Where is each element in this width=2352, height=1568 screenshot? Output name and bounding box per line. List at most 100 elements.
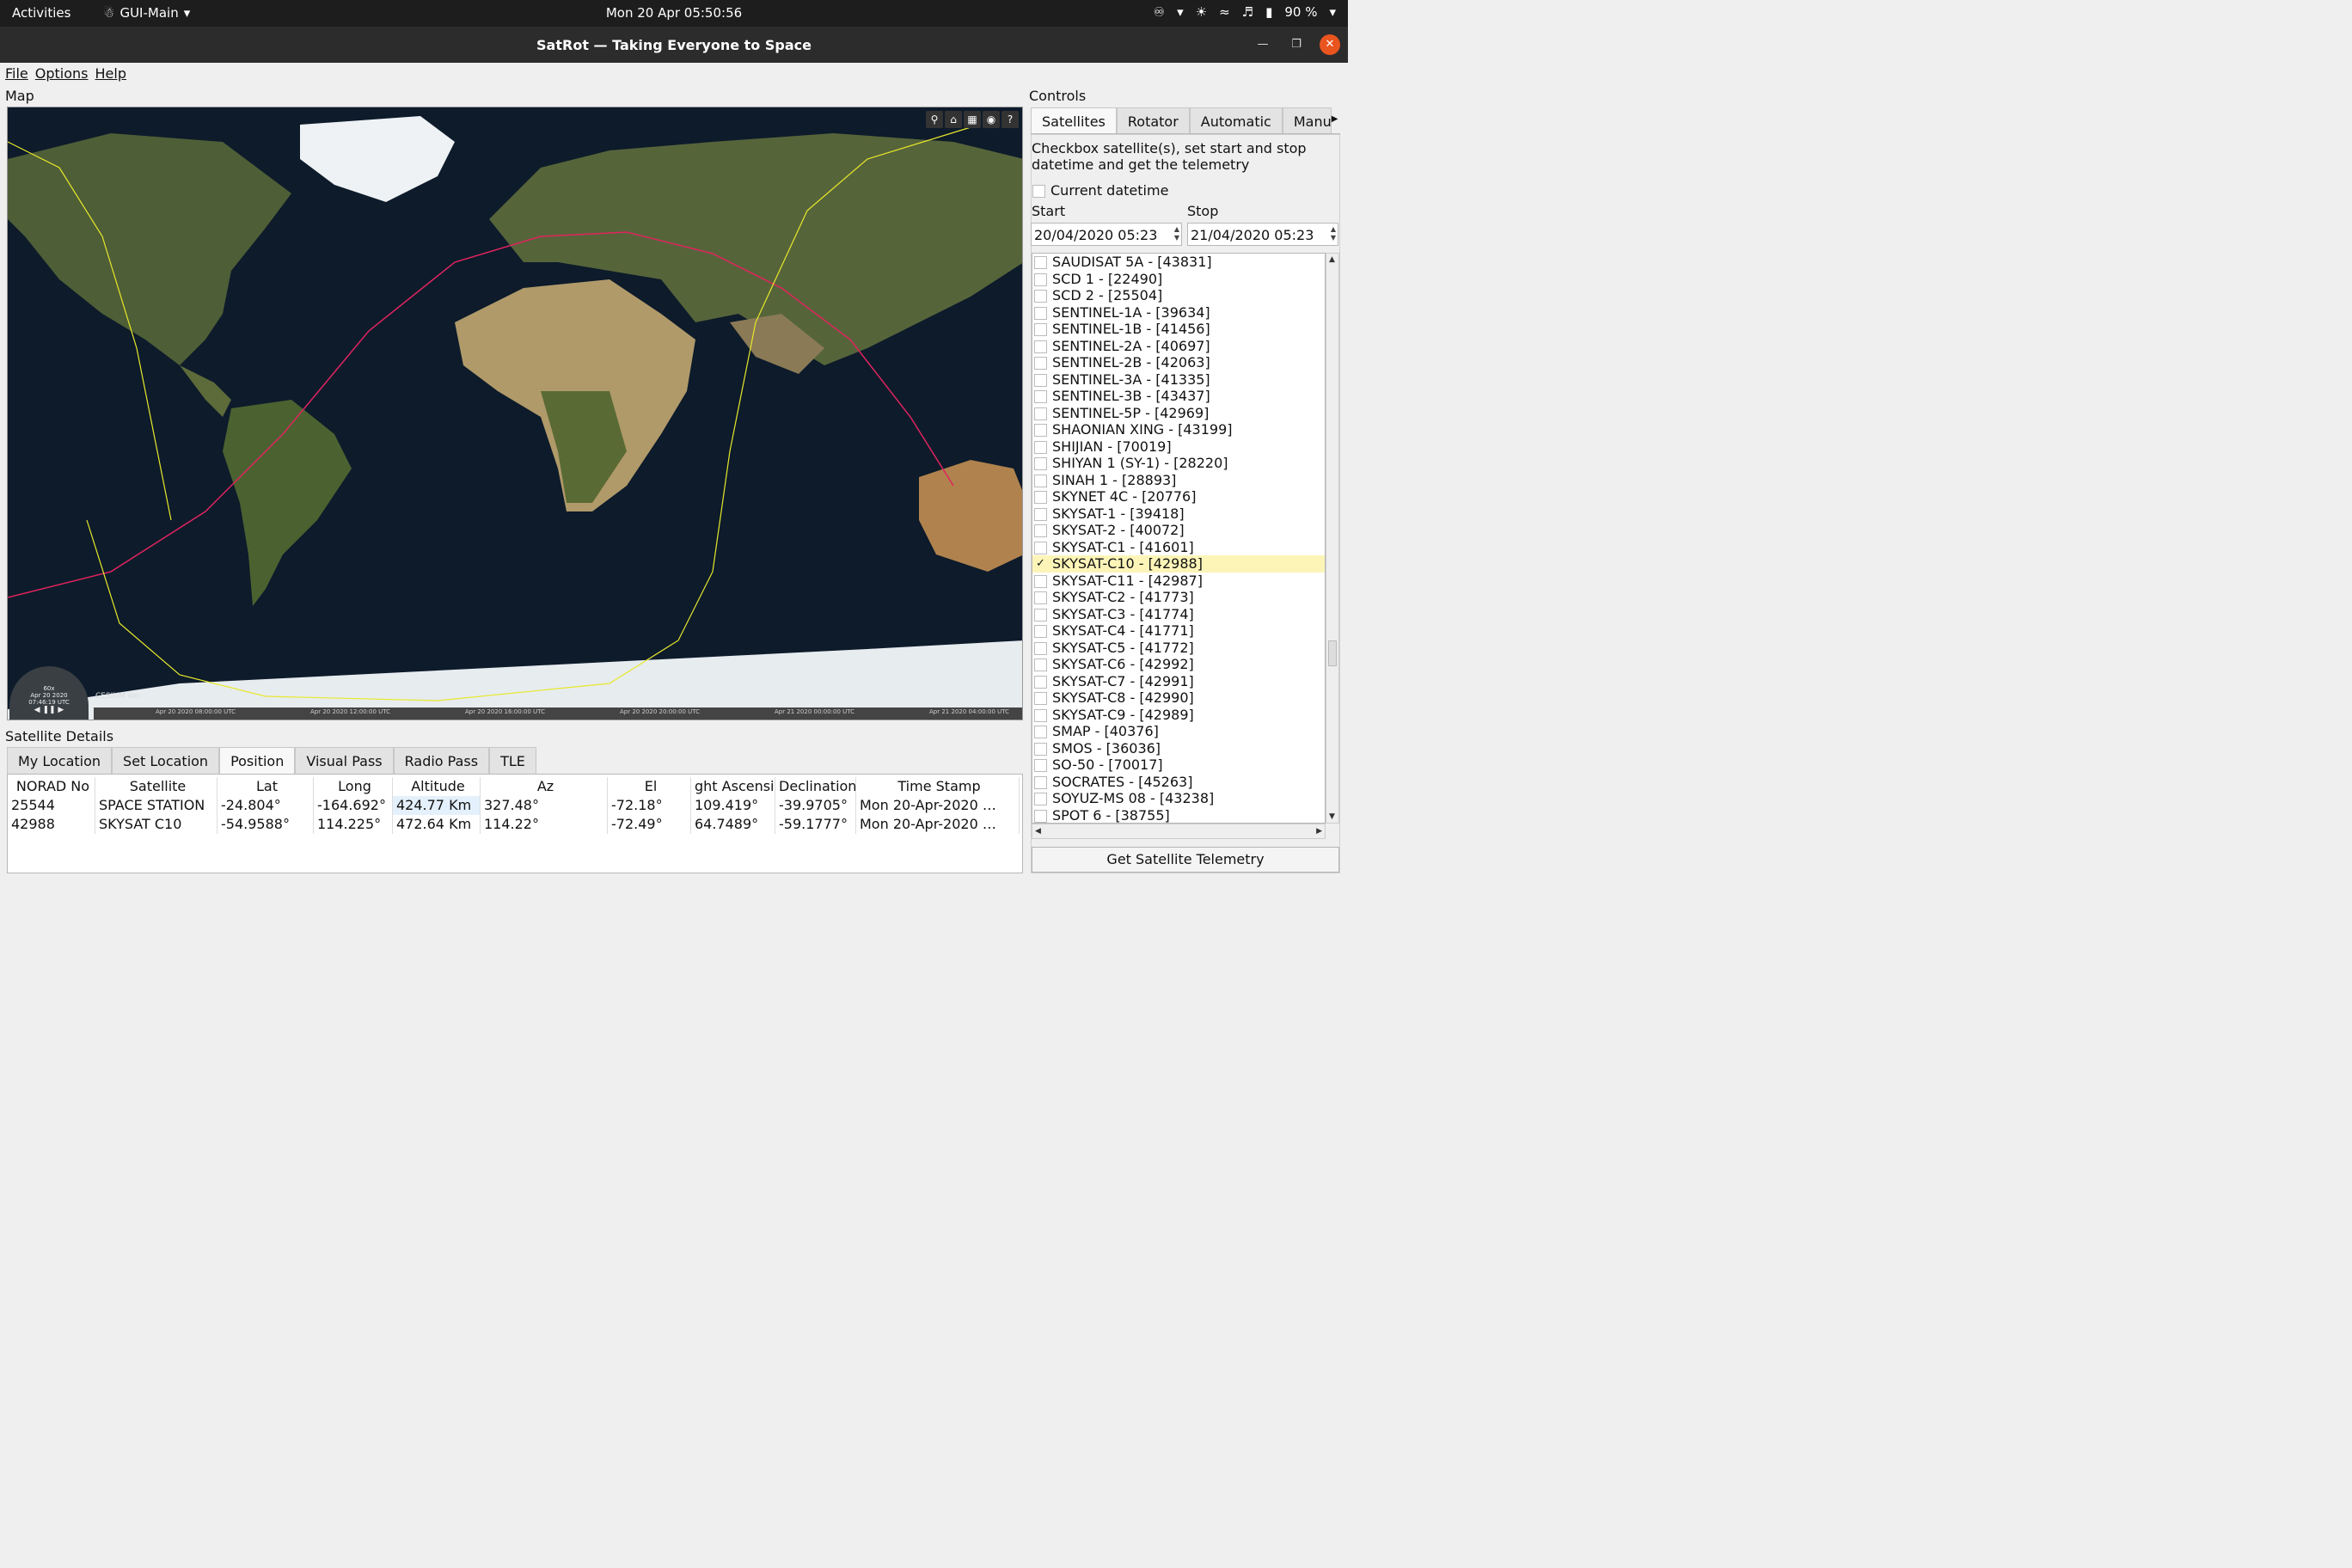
satellite-list-item[interactable]: SKYNET 4C - [20776]: [1032, 488, 1325, 505]
satellite-checkbox[interactable]: [1034, 507, 1047, 521]
satellite-checkbox[interactable]: [1034, 775, 1047, 789]
column-header[interactable]: Declination: [775, 777, 856, 796]
satellite-list-item[interactable]: SENTINEL-2B - [42063]: [1032, 354, 1325, 371]
spin-arrows-icon[interactable]: ▲ ▼: [1331, 225, 1336, 242]
satellite-checkbox[interactable]: [1034, 574, 1047, 588]
scroll-left-icon[interactable]: ◀: [1035, 827, 1041, 836]
tab-visual-pass[interactable]: Visual Pass: [295, 747, 394, 775]
satellite-checkbox[interactable]: [1034, 373, 1047, 387]
get-telemetry-button[interactable]: Get Satellite Telemetry: [1032, 847, 1339, 873]
satellite-checkbox[interactable]: [1034, 340, 1047, 353]
satellite-checkbox[interactable]: [1034, 692, 1047, 705]
scroll-up-icon[interactable]: ▲: [1329, 255, 1335, 264]
table-row[interactable]: 42988 SKYSAT C10 -54.9588° 114.225° 472.64 K…: [8, 815, 1020, 834]
search-icon[interactable]: ⚲: [926, 111, 943, 128]
satellite-checkbox[interactable]: [1034, 658, 1047, 671]
checkbox-icon[interactable]: [1032, 185, 1045, 198]
satellite-checkbox[interactable]: [1034, 357, 1047, 370]
satellite-list-item[interactable]: SINAH 1 - [28893]: [1032, 472, 1325, 489]
satellite-checkbox[interactable]: [1034, 491, 1047, 504]
satellite-checkbox[interactable]: [1034, 759, 1047, 772]
minimize-button[interactable]: —: [1253, 34, 1273, 55]
spin-arrows-icon[interactable]: ▲ ▼: [1174, 225, 1179, 242]
column-header[interactable]: Long: [314, 777, 393, 796]
satellite-checkbox[interactable]: [1034, 608, 1047, 622]
satellite-checkbox[interactable]: [1034, 290, 1047, 303]
satellite-list-item[interactable]: SKYSAT-C1 - [41601]: [1032, 539, 1325, 556]
satellite-list-item[interactable]: SKYSAT-C8 - [42990]: [1032, 689, 1325, 707]
chevron-down-icon[interactable]: ▾: [1177, 4, 1184, 20]
satellite-list-item[interactable]: SKYSAT-C6 - [42992]: [1032, 656, 1325, 673]
restore-button[interactable]: ❐: [1286, 34, 1307, 55]
play-controls[interactable]: ◀ ❚❚ ▶: [9, 706, 89, 714]
chevron-down-icon[interactable]: ▾: [1329, 4, 1336, 20]
system-tray[interactable]: ♾ ▾ ☀ ≈ ♬ ▮ 90 % ▾: [1154, 4, 1336, 20]
table-row[interactable]: 25544 SPACE STATION -24.804° -164.692° 424.7…: [8, 796, 1020, 815]
satellite-list-hscrollbar[interactable]: ◀ ▶: [1032, 824, 1326, 839]
satellite-list-item[interactable]: SKYSAT-C11 - [42987]: [1032, 573, 1325, 590]
satellite-list-item[interactable]: SPOT 6 - [38755]: [1032, 807, 1325, 823]
tab-my-location[interactable]: My Location: [7, 747, 113, 775]
tab-position[interactable]: Position: [219, 747, 296, 775]
satellite-list-item[interactable]: SOYUZ-MS 08 - [43238]: [1032, 790, 1325, 807]
layers-icon[interactable]: ▦: [964, 111, 981, 128]
column-header[interactable]: Lat: [217, 777, 314, 796]
satellite-list-item[interactable]: SHIJIAN - [70019]: [1032, 438, 1325, 456]
globe-icon[interactable]: ◉: [983, 111, 1000, 128]
column-header[interactable]: NORAD No: [8, 777, 95, 796]
satellite-checkbox[interactable]: [1034, 742, 1047, 756]
position-table[interactable]: NORAD No Satellite Lat Long Altitude Az El ght …: [7, 774, 1023, 873]
satellite-list-item[interactable]: SKYSAT-C4 - [41771]: [1032, 622, 1325, 640]
scroll-right-icon[interactable]: ▶: [1316, 827, 1322, 836]
satellite-list-item[interactable]: SENTINEL-2A - [40697]: [1032, 338, 1325, 355]
scroll-down-icon[interactable]: ▼: [1329, 812, 1335, 821]
column-header[interactable]: ght Ascensic: [691, 777, 775, 796]
stop-datetime-input[interactable]: 21/04/2020 05:23 ▲ ▼: [1187, 223, 1338, 246]
satellite-checkbox[interactable]: [1034, 256, 1047, 269]
satellite-checkbox[interactable]: [1034, 793, 1047, 805]
menu-options[interactable]: Options: [35, 65, 89, 82]
satellite-list-item[interactable]: SENTINEL-1A - [39634]: [1032, 304, 1325, 322]
satellite-list-item[interactable]: SAUDISAT 5A - [43831]: [1032, 254, 1325, 271]
satellite-list-item[interactable]: SCD 1 - [22490]: [1032, 271, 1325, 288]
tab-set-location[interactable]: Set Location: [112, 747, 220, 775]
current-datetime-checkbox[interactable]: Current datetime: [1032, 182, 1168, 199]
column-header[interactable]: Altitude: [393, 777, 481, 796]
satellite-checkbox[interactable]: [1034, 591, 1047, 604]
satellite-checkbox[interactable]: [1034, 440, 1047, 454]
column-header[interactable]: Az: [481, 777, 608, 796]
timeline-bar[interactable]: Apr 20 2020 08:00:00 UTC Apr 20 2020 12:…: [94, 707, 1022, 720]
satellite-checkbox[interactable]: [1034, 524, 1047, 537]
satellite-list-item[interactable]: SMAP - [40376]: [1032, 723, 1325, 740]
column-header[interactable]: El: [608, 777, 691, 796]
column-header[interactable]: Time Stamp: [856, 777, 1020, 796]
satellite-list-item[interactable]: SENTINEL-1B - [41456]: [1032, 321, 1325, 338]
satellite-checkbox[interactable]: [1034, 675, 1047, 689]
satellite-list-item[interactable]: SENTINEL-3B - [43437]: [1032, 388, 1325, 405]
satellite-list[interactable]: SAUDISAT 5A - [43831] SCD 1 - [22490] SCD …: [1032, 253, 1326, 824]
satellite-checkbox[interactable]: [1034, 641, 1047, 655]
satellite-list-item[interactable]: SCD 2 - [25504]: [1032, 287, 1325, 304]
tab-automatic[interactable]: Automatic: [1189, 107, 1283, 133]
accessibility-icon[interactable]: ♾: [1154, 4, 1165, 20]
satellite-list-item[interactable]: SENTINEL-3A - [41335]: [1032, 371, 1325, 389]
help-icon[interactable]: ?: [1001, 111, 1019, 128]
satellite-list-item[interactable]: SKYSAT-C2 - [41773]: [1032, 589, 1325, 606]
satellite-checkbox[interactable]: [1034, 541, 1047, 554]
satellite-list-item[interactable]: SKYSAT-C5 - [41772]: [1032, 640, 1325, 657]
satellite-checkbox[interactable]: [1034, 474, 1047, 487]
satellite-list-item[interactable]: SKYSAT-1 - [39418]: [1032, 505, 1325, 523]
home-icon[interactable]: ⌂: [945, 111, 962, 128]
menu-file[interactable]: File: [5, 65, 28, 82]
satellite-checkbox[interactable]: [1034, 273, 1047, 286]
satellite-checkbox[interactable]: [1034, 708, 1047, 722]
satellite-list-item[interactable]: SENTINEL-5P - [42969]: [1032, 405, 1325, 422]
chevron-right-icon[interactable]: ▶: [1332, 107, 1340, 133]
satellite-list-item[interactable]: SMOS - [36036]: [1032, 740, 1325, 757]
satellite-checkbox[interactable]: [1034, 323, 1047, 336]
tab-manual[interactable]: Manu: [1282, 107, 1332, 133]
satellite-list-item[interactable]: SHAONIAN XING - [43199]: [1032, 421, 1325, 438]
satellite-checkbox[interactable]: [1034, 390, 1047, 403]
map-view[interactable]: ⚲ ⌂ ▦ ◉ ? 60x Apr 20 2020 07:46:19 UTC ◀…: [7, 107, 1023, 720]
tab-rotator[interactable]: Rotator: [1116, 107, 1190, 133]
